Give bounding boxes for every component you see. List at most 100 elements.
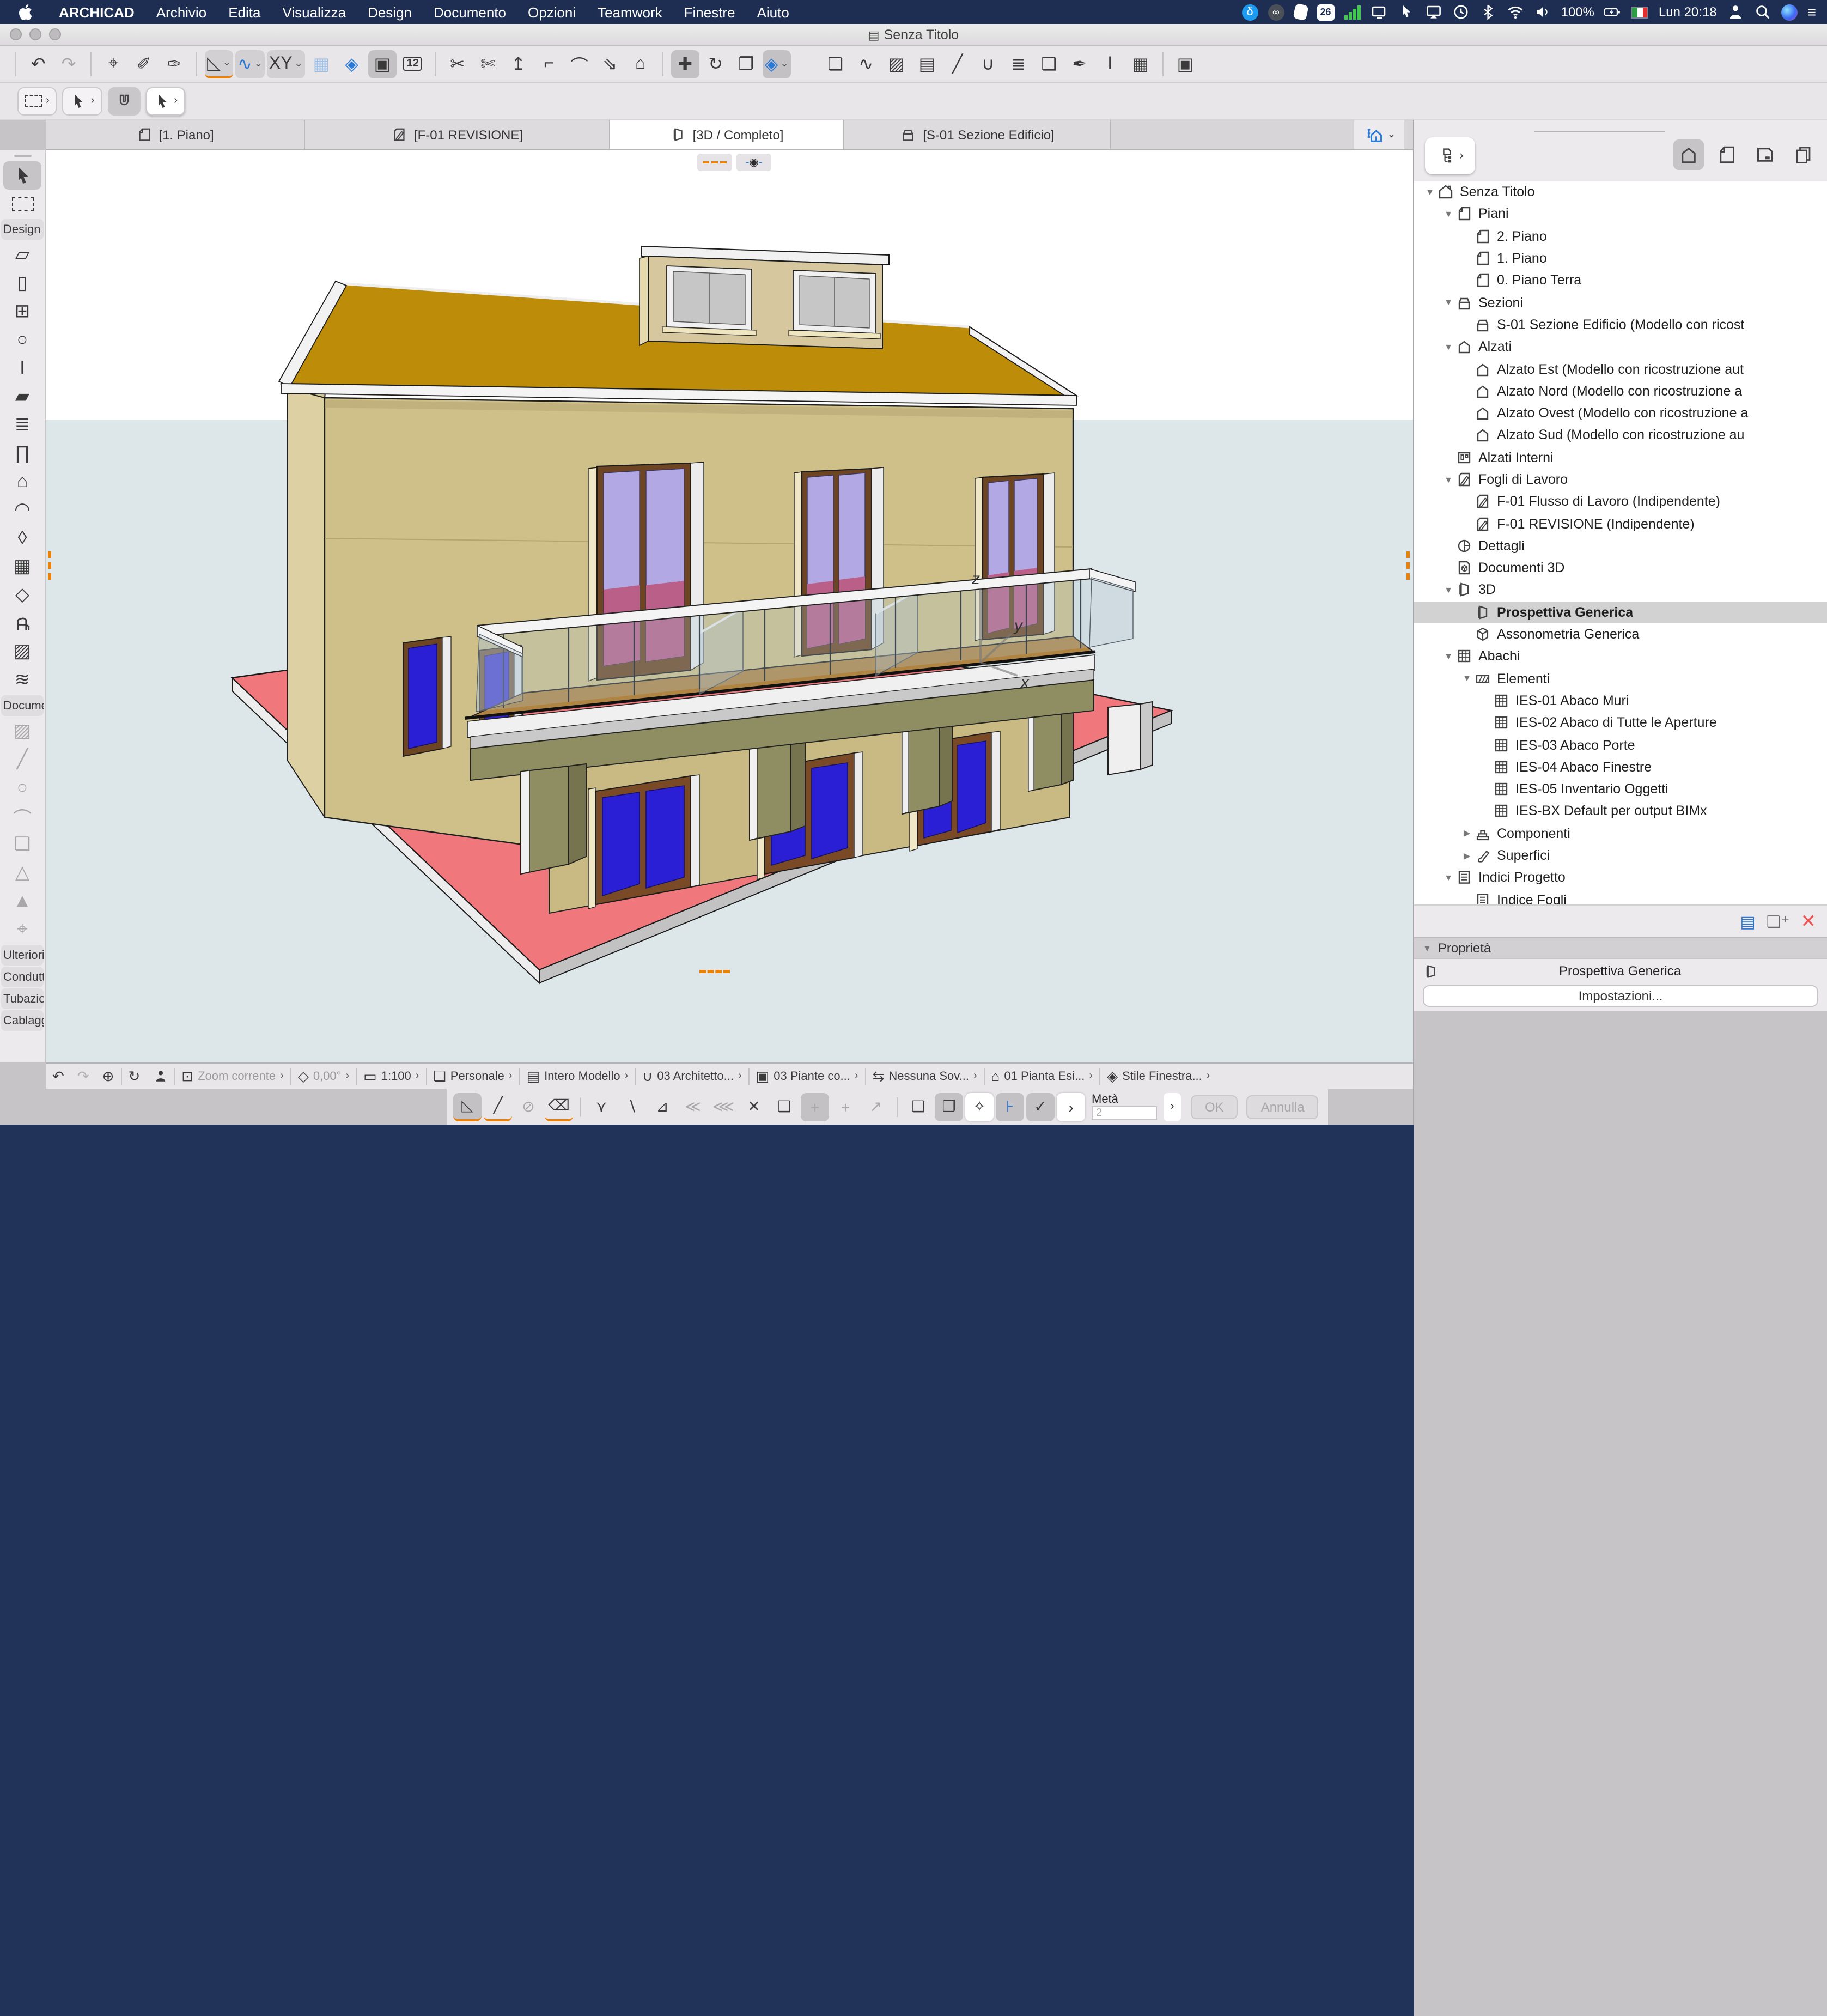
composites-icon[interactable]: ▤ xyxy=(913,50,941,78)
tree-item-ies-05-inventario-oggetti[interactable]: IES-05 Inventario Oggetti xyxy=(1414,778,1827,800)
magic-wand-icon[interactable]: ✧ xyxy=(965,1092,994,1121)
snap-point-special-icon[interactable]: + xyxy=(801,1092,829,1121)
delta-app-icon[interactable]: δ xyxy=(1241,4,1258,20)
guide-lines-icon[interactable]: ◺⌄ xyxy=(205,50,233,78)
settings-button[interactable]: Impostazioni... xyxy=(1423,985,1818,1007)
tree-item-1-piano[interactable]: 1. Piano xyxy=(1414,247,1827,270)
trace-reference-control[interactable]: ⇆Nessuna Sov...› xyxy=(866,1067,984,1085)
display-icon[interactable] xyxy=(1370,3,1387,21)
tool-circle[interactable]: ○ xyxy=(0,774,45,802)
properties-header[interactable]: ▼ Proprietà xyxy=(1414,937,1827,959)
trace-edge-marker-left[interactable] xyxy=(48,551,51,580)
tree-item-0-piano-terra[interactable]: 0. Piano Terra xyxy=(1414,269,1827,292)
tree-item-ies-02-abaco-di-tutte-le-apert[interactable]: IES-02 Abaco di Tutte le Aperture xyxy=(1414,712,1827,734)
fillet-icon[interactable]: ⌒ xyxy=(565,50,594,78)
apple-menu-icon[interactable] xyxy=(17,3,35,21)
trace-visibility-toggle[interactable]: -◉- xyxy=(736,154,771,171)
snap-guides-icon[interactable]: ∿⌄ xyxy=(235,50,265,78)
tool-zone[interactable]: ▨ xyxy=(0,637,45,666)
tree-item-alzati[interactable]: ▼Alzati xyxy=(1414,336,1827,358)
tool-wall[interactable]: ▱ xyxy=(0,241,45,269)
tree-item-piani[interactable]: ▼Piani xyxy=(1414,203,1827,226)
orbit-3d-icon[interactable]: ◈⌄ xyxy=(763,50,791,78)
delete-viewpoint-button[interactable]: ✕ xyxy=(1801,910,1817,932)
project-map-button[interactable] xyxy=(1673,139,1704,170)
tool-column[interactable]: ○ xyxy=(0,326,45,354)
menu-item-edita[interactable]: Edita xyxy=(217,4,271,20)
publisher-sets-button[interactable] xyxy=(1788,139,1818,170)
tool-fill[interactable]: ▨ xyxy=(0,717,45,745)
orbit-mode-control[interactable]: ↻ xyxy=(121,1067,147,1085)
grid-snap-icon[interactable]: ▦ xyxy=(307,50,336,78)
trace-edge-marker-bottom[interactable] xyxy=(699,970,730,973)
notes-app-icon[interactable] xyxy=(1293,3,1308,21)
model-view-options-control[interactable]: ▣03 Piante co...› xyxy=(750,1067,865,1085)
tree-item-ies-bx-default-per-output-bimx[interactable]: IES-BX Default per output BIMx xyxy=(1414,800,1827,823)
snap-projection-icon[interactable]: ↗ xyxy=(862,1092,890,1121)
toolbox-section-design[interactable]: Design xyxy=(1,219,44,240)
toolbox-section-docume[interactable]: Docume xyxy=(1,695,44,716)
tree-item-2-piano[interactable]: 2. Piano xyxy=(1414,225,1827,247)
suction-snap-button[interactable] xyxy=(107,87,140,115)
snap-half-icon[interactable]: ≪ xyxy=(679,1092,707,1121)
calendar-icon[interactable]: 26 xyxy=(1317,4,1334,20)
tool-marquee[interactable] xyxy=(0,190,45,218)
menu-item-finestre[interactable]: Finestre xyxy=(673,4,746,20)
tool-skylight[interactable]: ◊ xyxy=(0,524,45,552)
volume-icon[interactable] xyxy=(1533,3,1551,21)
menu-item-documento[interactable]: Documento xyxy=(423,4,517,20)
tool-slab[interactable]: ▰ xyxy=(0,382,45,411)
wifi-icon[interactable] xyxy=(1506,3,1524,21)
tool-shell[interactable]: ◠ xyxy=(0,496,45,524)
tool-railing[interactable]: ∏ xyxy=(0,439,45,467)
tool-line[interactable]: ╱ xyxy=(0,745,45,774)
view-forward-control[interactable]: ↷ xyxy=(71,1067,96,1085)
tree-item-senza-titolo[interactable]: ▼Senza Titolo xyxy=(1414,181,1827,203)
tool-curtain-wall[interactable]: ▦ xyxy=(0,552,45,581)
undo-icon[interactable]: ↶ xyxy=(24,50,52,78)
navigator-project-chooser[interactable]: › xyxy=(1425,137,1475,174)
tool-section-marker[interactable]: △ xyxy=(0,859,45,887)
bounding-box-icon[interactable]: ❏ xyxy=(904,1092,933,1121)
spotlight-icon[interactable] xyxy=(1754,3,1771,21)
tool-object[interactable] xyxy=(0,609,45,637)
snap-fraction-value[interactable]: 2 xyxy=(1092,1106,1157,1120)
text-styles-icon[interactable]: I xyxy=(1096,50,1124,78)
camera-sets-icon[interactable]: ▣ xyxy=(1171,50,1199,78)
tree-item-alzato-est-modello-con-ricostr[interactable]: Alzato Est (Modello con ricostruzione au… xyxy=(1414,358,1827,380)
tree-item-f-01-revisione-indipendente-[interactable]: F-01 REVISIONE (Indipendente) xyxy=(1414,513,1827,535)
notification-center-icon[interactable]: ≡ xyxy=(1807,3,1816,21)
tree-item-f-01-flusso-di-lavoro-indipend[interactable]: F-01 Flusso di Lavoro (Indipendente) xyxy=(1414,490,1827,513)
line-types-icon[interactable]: ╱ xyxy=(943,50,972,78)
tree-item-elementi[interactable]: ▼Elementi xyxy=(1414,667,1827,690)
snap-fraction-chevron[interactable]: › xyxy=(1164,1092,1181,1121)
resize-icon[interactable]: ⇘ xyxy=(596,50,624,78)
tree-item-documenti-3d[interactable]: Documenti 3D xyxy=(1414,557,1827,579)
pickup-parameters-icon[interactable]: ✐ xyxy=(130,50,158,78)
menu-item-teamwork[interactable]: Teamwork xyxy=(587,4,673,20)
bounding-box-3d-icon[interactable]: ❐ xyxy=(935,1092,963,1121)
move-icon[interactable]: ✚ xyxy=(671,50,699,78)
split-icon[interactable]: ✂ xyxy=(443,50,472,78)
snap-points-icon[interactable]: ▣ xyxy=(368,50,397,78)
arrow-tool-button[interactable]: › xyxy=(145,87,185,115)
rotate-icon[interactable]: ↻ xyxy=(702,50,730,78)
tree-item-indici-progetto[interactable]: ▼Indici Progetto xyxy=(1414,866,1827,889)
quick-layers-control[interactable]: ❏Personale› xyxy=(427,1067,519,1085)
snap-fraction-control[interactable]: Metà2 xyxy=(1092,1093,1157,1120)
view-back-control[interactable]: ↶ xyxy=(46,1067,71,1085)
menu-item-visualizza[interactable]: Visualizza xyxy=(271,4,357,20)
tree-item-fogli-di-lavoro[interactable]: ▼Fogli di Lavoro xyxy=(1414,469,1827,491)
tool-arrow[interactable] xyxy=(3,161,41,190)
navigator-toggle-button[interactable]: ⌄ xyxy=(1355,120,1404,149)
fast-user-switch-icon[interactable] xyxy=(1727,3,1744,21)
editing-plane-icon[interactable]: ◺ xyxy=(453,1092,482,1121)
tree-item-alzati-interni[interactable]: Alzati Interni xyxy=(1414,446,1827,469)
tree-item-alzato-ovest-modello-con-ricos[interactable]: Alzato Ovest (Modello con ricostruzione … xyxy=(1414,402,1827,424)
tree-item-ies-01-abaco-muri[interactable]: IES-01 Abaco Muri xyxy=(1414,690,1827,712)
zoom-in-control[interactable]: ⊕ xyxy=(96,1067,121,1085)
tool-morph[interactable]: ◇ xyxy=(0,581,45,609)
tree-item-assonometria-generica[interactable]: Assonometria Generica xyxy=(1414,623,1827,646)
menu-item-design[interactable]: Design xyxy=(357,4,423,20)
menu-item-opzioni[interactable]: Opzioni xyxy=(517,4,587,20)
